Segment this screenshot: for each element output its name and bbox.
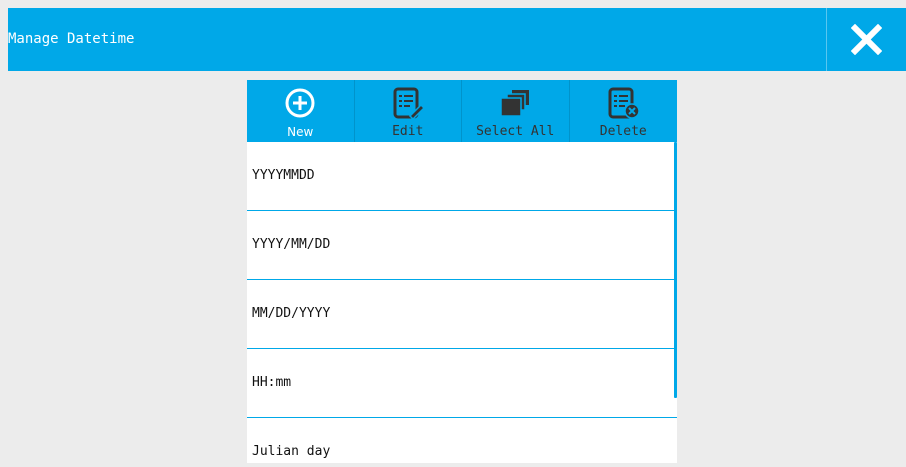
list-item-label: YYYYMMDD bbox=[252, 168, 315, 183]
list-item[interactable]: MM/DD/YYYY bbox=[247, 280, 677, 349]
datetime-format-panel: New Edit Select All Delete YYYYMMDD YYYY… bbox=[247, 80, 677, 463]
list-item[interactable]: YYYYMMDD bbox=[247, 142, 677, 211]
list-item[interactable]: Julian day bbox=[247, 418, 677, 463]
new-button-label: New bbox=[287, 125, 314, 139]
delete-button[interactable]: Delete bbox=[570, 80, 678, 142]
delete-button-label: Delete bbox=[599, 124, 647, 139]
stacked-pages-icon bbox=[500, 90, 530, 117]
close-x-icon bbox=[851, 24, 882, 55]
datetime-format-list: YYYYMMDD YYYY/MM/DD MM/DD/YYYY HH:mm Jul… bbox=[247, 142, 677, 463]
list-item[interactable]: YYYY/MM/DD bbox=[247, 211, 677, 280]
page-title: Manage Datetime bbox=[8, 31, 135, 47]
close-button[interactable] bbox=[827, 8, 906, 71]
select-all-button[interactable]: Select All bbox=[462, 80, 570, 142]
title-bar: Manage Datetime bbox=[8, 8, 906, 71]
list-item-label: YYYY/MM/DD bbox=[252, 237, 331, 252]
manage-datetime-screen: Manage Datetime New Edit Select All Dele… bbox=[0, 0, 906, 467]
toolbar: New Edit Select All Delete bbox=[247, 80, 677, 142]
edit-button-label: Edit bbox=[392, 124, 424, 139]
plus-circle-icon bbox=[285, 88, 315, 118]
delete-document-icon bbox=[608, 87, 640, 119]
list-scrollbar[interactable] bbox=[674, 142, 677, 398]
edit-document-icon bbox=[393, 87, 425, 121]
list-item-label: Julian day bbox=[252, 444, 331, 459]
list-item-label: HH:mm bbox=[252, 375, 292, 390]
select-all-button-label: Select All bbox=[476, 124, 555, 139]
list-item-label: MM/DD/YYYY bbox=[252, 306, 331, 321]
edit-button[interactable]: Edit bbox=[355, 80, 462, 142]
new-button[interactable]: New bbox=[247, 80, 355, 142]
list-item[interactable]: HH:mm bbox=[247, 349, 677, 418]
